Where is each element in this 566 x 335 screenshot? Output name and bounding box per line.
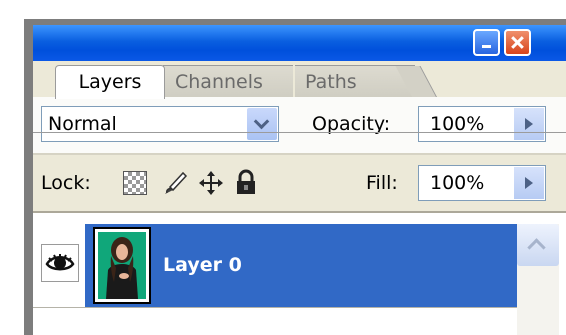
- layers-list: Layer 0: [33, 213, 566, 335]
- palette-tabs: Paths Channels Layers: [33, 61, 566, 135]
- minimize-icon[interactable]: [473, 29, 500, 56]
- lock-all-icon[interactable]: [233, 168, 259, 196]
- palette-titlebar[interactable]: [33, 25, 566, 61]
- blend-mode-select[interactable]: Normal: [41, 106, 279, 142]
- fill-value: 100%: [430, 172, 485, 194]
- lock-fill-row: Lock: Fill: 100%: [33, 155, 566, 211]
- chevron-up-icon[interactable]: [517, 224, 559, 266]
- chevron-down-icon[interactable]: [247, 108, 277, 140]
- opacity-slider-arrow-icon[interactable]: [514, 108, 544, 140]
- fill-slider-arrow-icon[interactable]: [514, 167, 544, 199]
- lock-image-pixels-icon[interactable]: [161, 169, 189, 197]
- opacity-input[interactable]: 100%: [418, 106, 546, 142]
- tab-layers[interactable]: Layers: [55, 65, 165, 99]
- tab-channels-label: Channels: [175, 71, 263, 93]
- opacity-label: Opacity:: [312, 113, 391, 135]
- tab-layers-label: Layers: [78, 71, 142, 93]
- layer-name: Layer 0: [163, 254, 242, 276]
- layers-palette: Paths Channels Layers Normal Opacity: 10…: [33, 25, 566, 335]
- layer-visibility-toggle[interactable]: [41, 244, 79, 282]
- fill-input[interactable]: 100%: [418, 165, 546, 201]
- tab-paths[interactable]: Paths: [295, 65, 415, 98]
- tab-divider: [33, 132, 566, 133]
- opacity-value: 100%: [430, 113, 485, 135]
- layer-row-divider: [33, 307, 517, 308]
- tab-channels[interactable]: Channels: [163, 65, 293, 98]
- lock-transparent-pixels-icon[interactable]: [123, 171, 147, 195]
- fill-label: Fill:: [366, 172, 398, 194]
- tab-paths-label: Paths: [305, 71, 357, 93]
- layer-thumbnail: [93, 227, 151, 304]
- layer-thumbnail-image: [98, 232, 146, 299]
- layers-scrollbar[interactable]: [517, 224, 559, 335]
- lock-label: Lock:: [41, 172, 91, 194]
- close-icon[interactable]: [504, 29, 531, 56]
- blend-opacity-row: Normal Opacity: 100%: [33, 97, 566, 153]
- portrait-thumbnail-icon: [98, 232, 146, 299]
- blend-mode-value: Normal: [48, 113, 117, 135]
- list-item[interactable]: Layer 0: [85, 224, 517, 307]
- lock-position-icon[interactable]: [197, 169, 225, 197]
- eye-icon: [45, 254, 75, 271]
